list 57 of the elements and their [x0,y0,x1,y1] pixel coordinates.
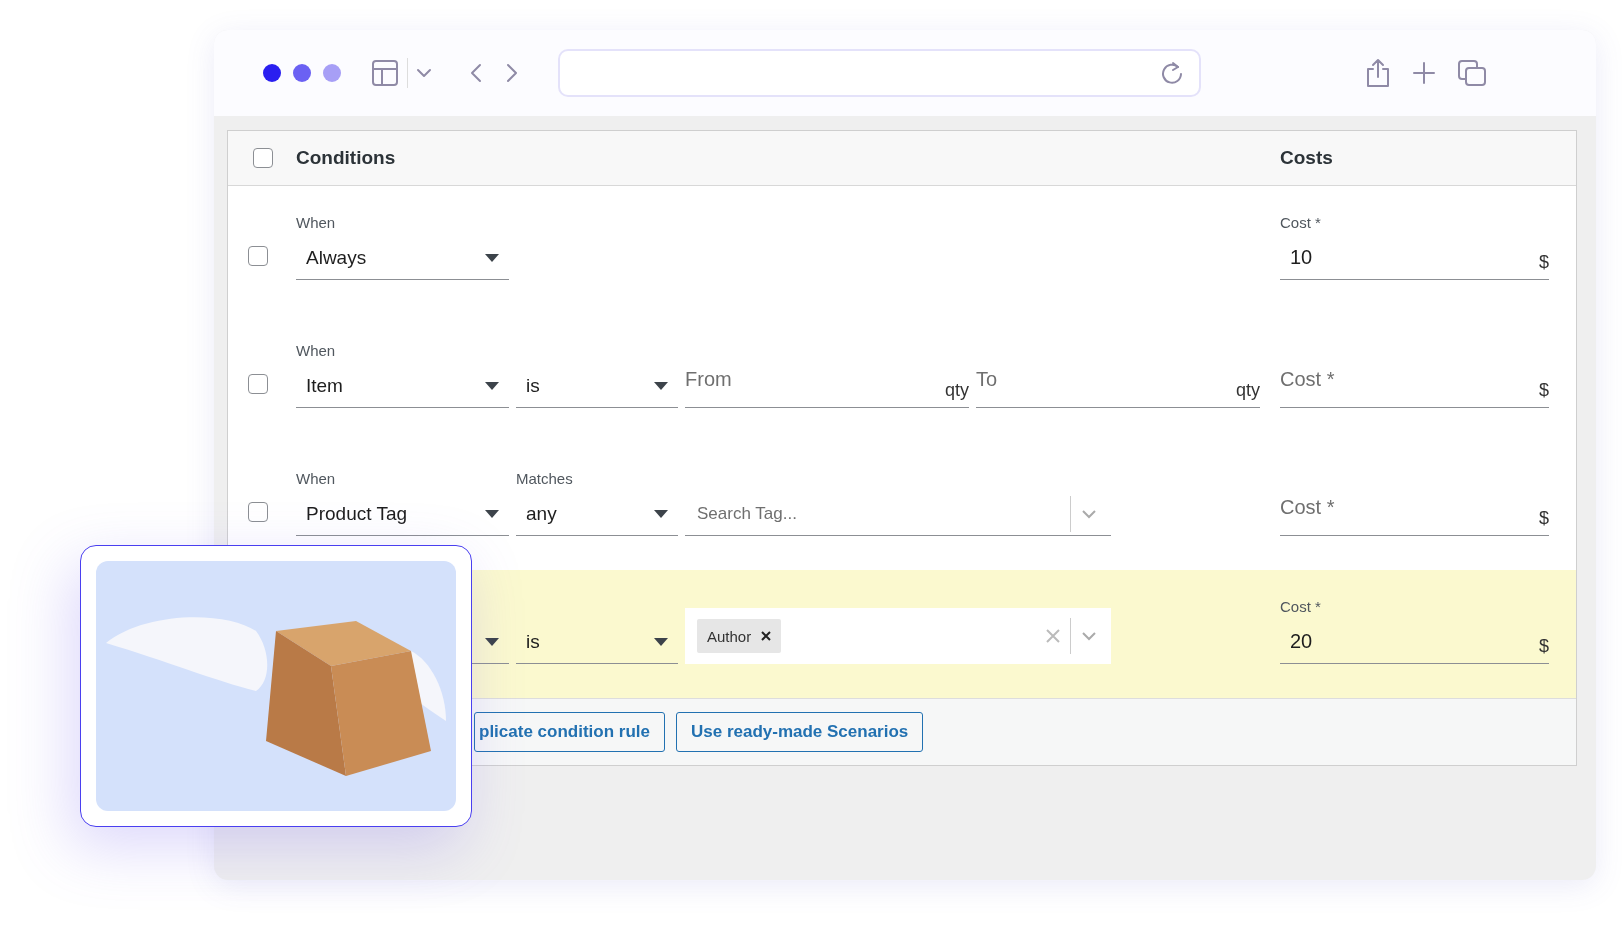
caret-icon [485,253,499,262]
caret-icon [485,509,499,518]
remove-icon[interactable] [761,631,772,641]
tag-chip[interactable]: Author [697,619,782,653]
field-label: Cost * [1280,214,1322,233]
action-button[interactable]: plicate condition rule [474,712,665,752]
window-control-dot[interactable] [263,64,281,82]
unit-label: $ [1539,636,1549,658]
back-icon[interactable] [470,63,482,83]
unit-label: qty [1236,380,1260,402]
tag-field[interactable]: Author [685,608,1111,664]
caret-icon [654,637,668,646]
dropdown[interactable]: Always [296,236,509,280]
field-label: Matches [516,470,574,489]
field-label: When [296,214,337,233]
field-label: When [296,470,337,489]
window-control-dot[interactable] [293,64,311,82]
column-header: Conditions [296,147,397,169]
dropdown[interactable]: Product Tag [296,492,509,536]
field-label: When [296,342,337,361]
cost-field[interactable]: 10 [1280,237,1539,278]
cost-field[interactable]: 20 [1280,621,1539,662]
quantity-field[interactable]: From [685,364,945,394]
caret-icon [485,637,499,646]
unit-label: qty [945,380,969,402]
plus-icon[interactable] [1413,62,1435,84]
window-control-dot[interactable] [323,64,341,82]
dropdown[interactable]: any [516,492,678,536]
chevron-down-icon[interactable] [416,68,432,78]
dropdown[interactable]: is [516,620,678,664]
unit-label: $ [1539,252,1549,274]
chevron-down-icon [1081,508,1097,519]
tag-search-field[interactable]: Search Tag... [685,493,1060,534]
chevron-down-icon[interactable] [1081,631,1097,641]
clear-icon[interactable] [1046,629,1060,643]
quantity-field[interactable]: To [976,364,1236,394]
checkbox[interactable] [253,148,273,168]
checkbox[interactable] [248,502,268,522]
caret-icon [654,381,668,390]
dropdown[interactable]: Item [296,364,509,408]
cost-field[interactable]: Cost * [1280,492,1539,522]
reload-icon[interactable] [1161,61,1183,85]
checkbox[interactable] [248,374,268,394]
caret-icon [654,509,668,518]
checkbox[interactable] [248,246,268,266]
dropdown[interactable]: is [516,364,678,408]
action-button[interactable]: Use ready-made Scenarios [675,712,924,752]
sidebar-icon[interactable] [371,59,399,87]
field-label: Cost * [1280,598,1322,617]
forward-icon[interactable] [506,63,518,83]
cost-field[interactable]: Cost * [1280,364,1539,394]
unit-label: $ [1539,508,1549,530]
unit-label: $ [1539,380,1549,402]
share-icon[interactable] [1365,58,1391,88]
tabs-icon[interactable] [1457,59,1487,87]
column-header: Costs [1280,147,1334,169]
caret-icon [485,381,499,390]
